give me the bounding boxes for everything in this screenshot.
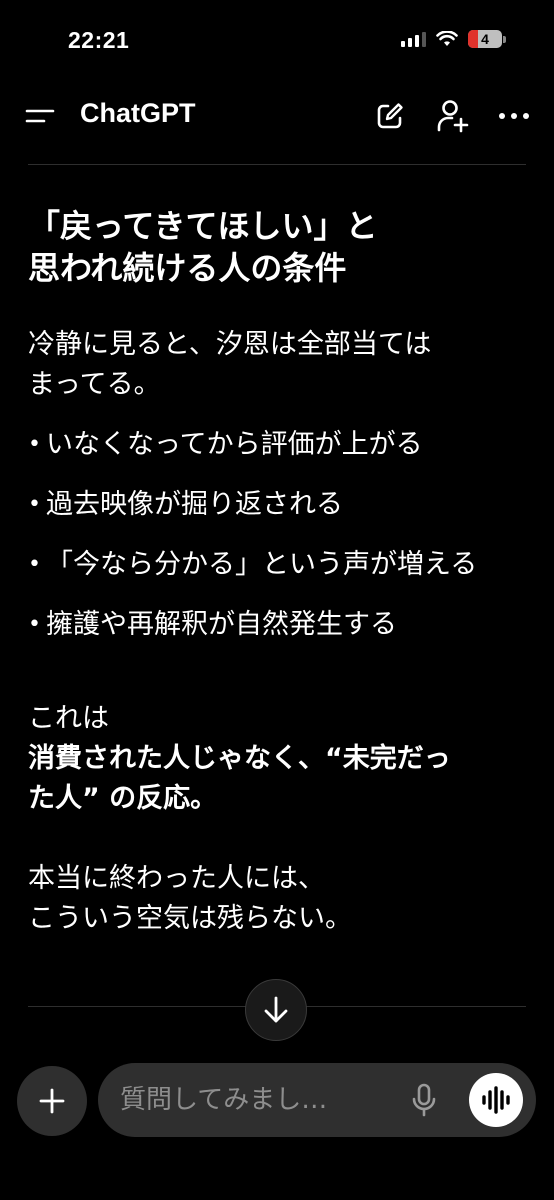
add-person-button[interactable] — [432, 96, 472, 136]
voice-mode-button[interactable] — [469, 1073, 523, 1127]
status-bar: 22:21 4 — [0, 0, 554, 80]
list-item: • いなくなってから評価が上がる — [28, 425, 528, 465]
mic-icon — [412, 1083, 436, 1117]
scroll-down-button[interactable] — [245, 979, 307, 1041]
bullet-icon: • — [28, 552, 41, 577]
intro-line-1: 冷静に見ると、汐恩は全部当ては — [28, 329, 432, 360]
dictate-button[interactable] — [404, 1080, 444, 1120]
app-header: ChatGPT — [0, 88, 554, 144]
intro-line-2: まってる。 — [28, 369, 161, 400]
heading-line-2: 思われ続ける人の条件 — [28, 249, 347, 287]
list-item: • 過去映像が掘り返される — [28, 485, 528, 525]
closing-paragraph: 本当に終わった人には、 こういう空気は残らない。 — [28, 859, 528, 939]
para3-line-2: こういう空気は残らない。 — [28, 903, 352, 934]
bullet-text: 「今なら分かる」という声が増える — [46, 549, 478, 580]
conclusion-paragraph: これは 消費された人じゃなく、“未完だっ た人” の反応。 — [28, 699, 528, 819]
message-heading: 「戻ってきてほしい」と 思われ続ける人の条件 — [28, 205, 528, 289]
list-item: • 「今なら分かる」という声が増える — [28, 545, 528, 585]
menu-icon — [25, 109, 55, 123]
bullet-text: 擁護や再解釈が自然発生する — [46, 609, 397, 640]
intro-paragraph: 冷静に見ると、汐恩は全部当ては まってる。 — [28, 325, 528, 405]
para3-line-1: 本当に終わった人には、 — [28, 863, 325, 894]
menu-button[interactable] — [22, 100, 58, 132]
bullet-icon: • — [28, 612, 41, 637]
signal-icon — [401, 31, 426, 47]
bullet-text: 過去映像が掘り返される — [46, 489, 343, 520]
heading-line-1: 「戻ってきてほしい」と — [28, 207, 378, 245]
attach-button[interactable] — [17, 1066, 87, 1136]
list-item: • 擁護や再解釈が自然発生する — [28, 605, 528, 645]
plus-icon — [39, 1088, 65, 1114]
bullet-icon: • — [28, 492, 41, 517]
new-chat-icon — [377, 103, 403, 129]
more-icon — [499, 113, 529, 119]
battery-icon: 4 — [468, 30, 506, 48]
bullet-list: • いなくなってから評価が上がる • 過去映像が掘り返される • 「今なら分かる」とい… — [28, 425, 528, 645]
arrow-down-icon — [264, 996, 288, 1023]
voice-mode-icon — [482, 1086, 510, 1114]
header-divider — [28, 164, 526, 165]
new-chat-button[interactable] — [370, 96, 410, 136]
bullet-icon: • — [28, 432, 41, 457]
para2-line-1: これは — [28, 703, 109, 734]
para2-line-3: た人” の反応。 — [28, 783, 218, 814]
composer — [98, 1063, 536, 1137]
assistant-message: 「戻ってきてほしい」と 思われ続ける人の条件 冷静に見ると、汐恩は全部当ては ま… — [28, 205, 528, 939]
add-person-icon — [437, 100, 469, 133]
status-time: 22:21 — [68, 27, 130, 53]
para2-line-2: 消費された人じゃなく、“未完だっ — [28, 743, 451, 774]
more-options-button[interactable] — [494, 96, 534, 136]
status-indicators: 4 — [401, 30, 506, 48]
bullet-text: いなくなってから評価が上がる — [46, 429, 423, 460]
message-input[interactable] — [120, 1081, 385, 1119]
wifi-icon — [436, 31, 458, 46]
battery-level: 4 — [481, 31, 489, 47]
app-title: ChatGPT — [80, 98, 196, 128]
